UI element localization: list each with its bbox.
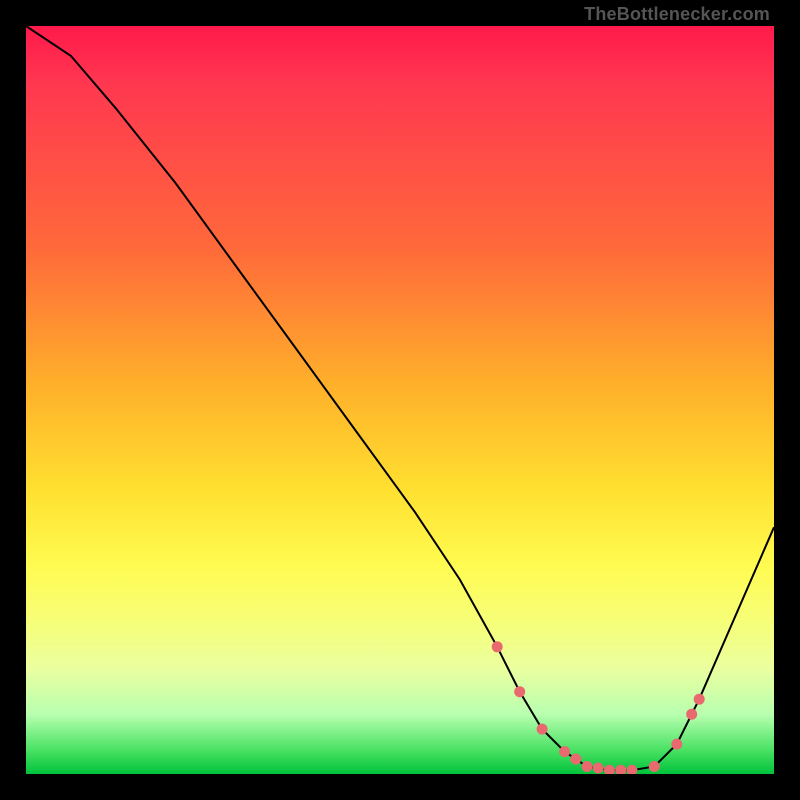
highlight-dot: [686, 709, 697, 720]
watermark-text: TheBottlenecker.com: [584, 4, 770, 25]
highlight-dot: [492, 641, 503, 652]
highlight-dot: [615, 765, 626, 774]
highlight-dot: [537, 724, 548, 735]
highlight-dot: [593, 763, 604, 774]
highlight-dot: [582, 761, 593, 772]
highlight-dot: [559, 746, 570, 757]
highlight-dot: [671, 739, 682, 750]
highlight-dot: [626, 765, 637, 774]
highlight-dot: [514, 686, 525, 697]
highlight-dot: [570, 754, 581, 765]
highlight-dot: [604, 765, 615, 774]
highlight-dot: [694, 694, 705, 705]
highlight-dot: [649, 761, 660, 772]
